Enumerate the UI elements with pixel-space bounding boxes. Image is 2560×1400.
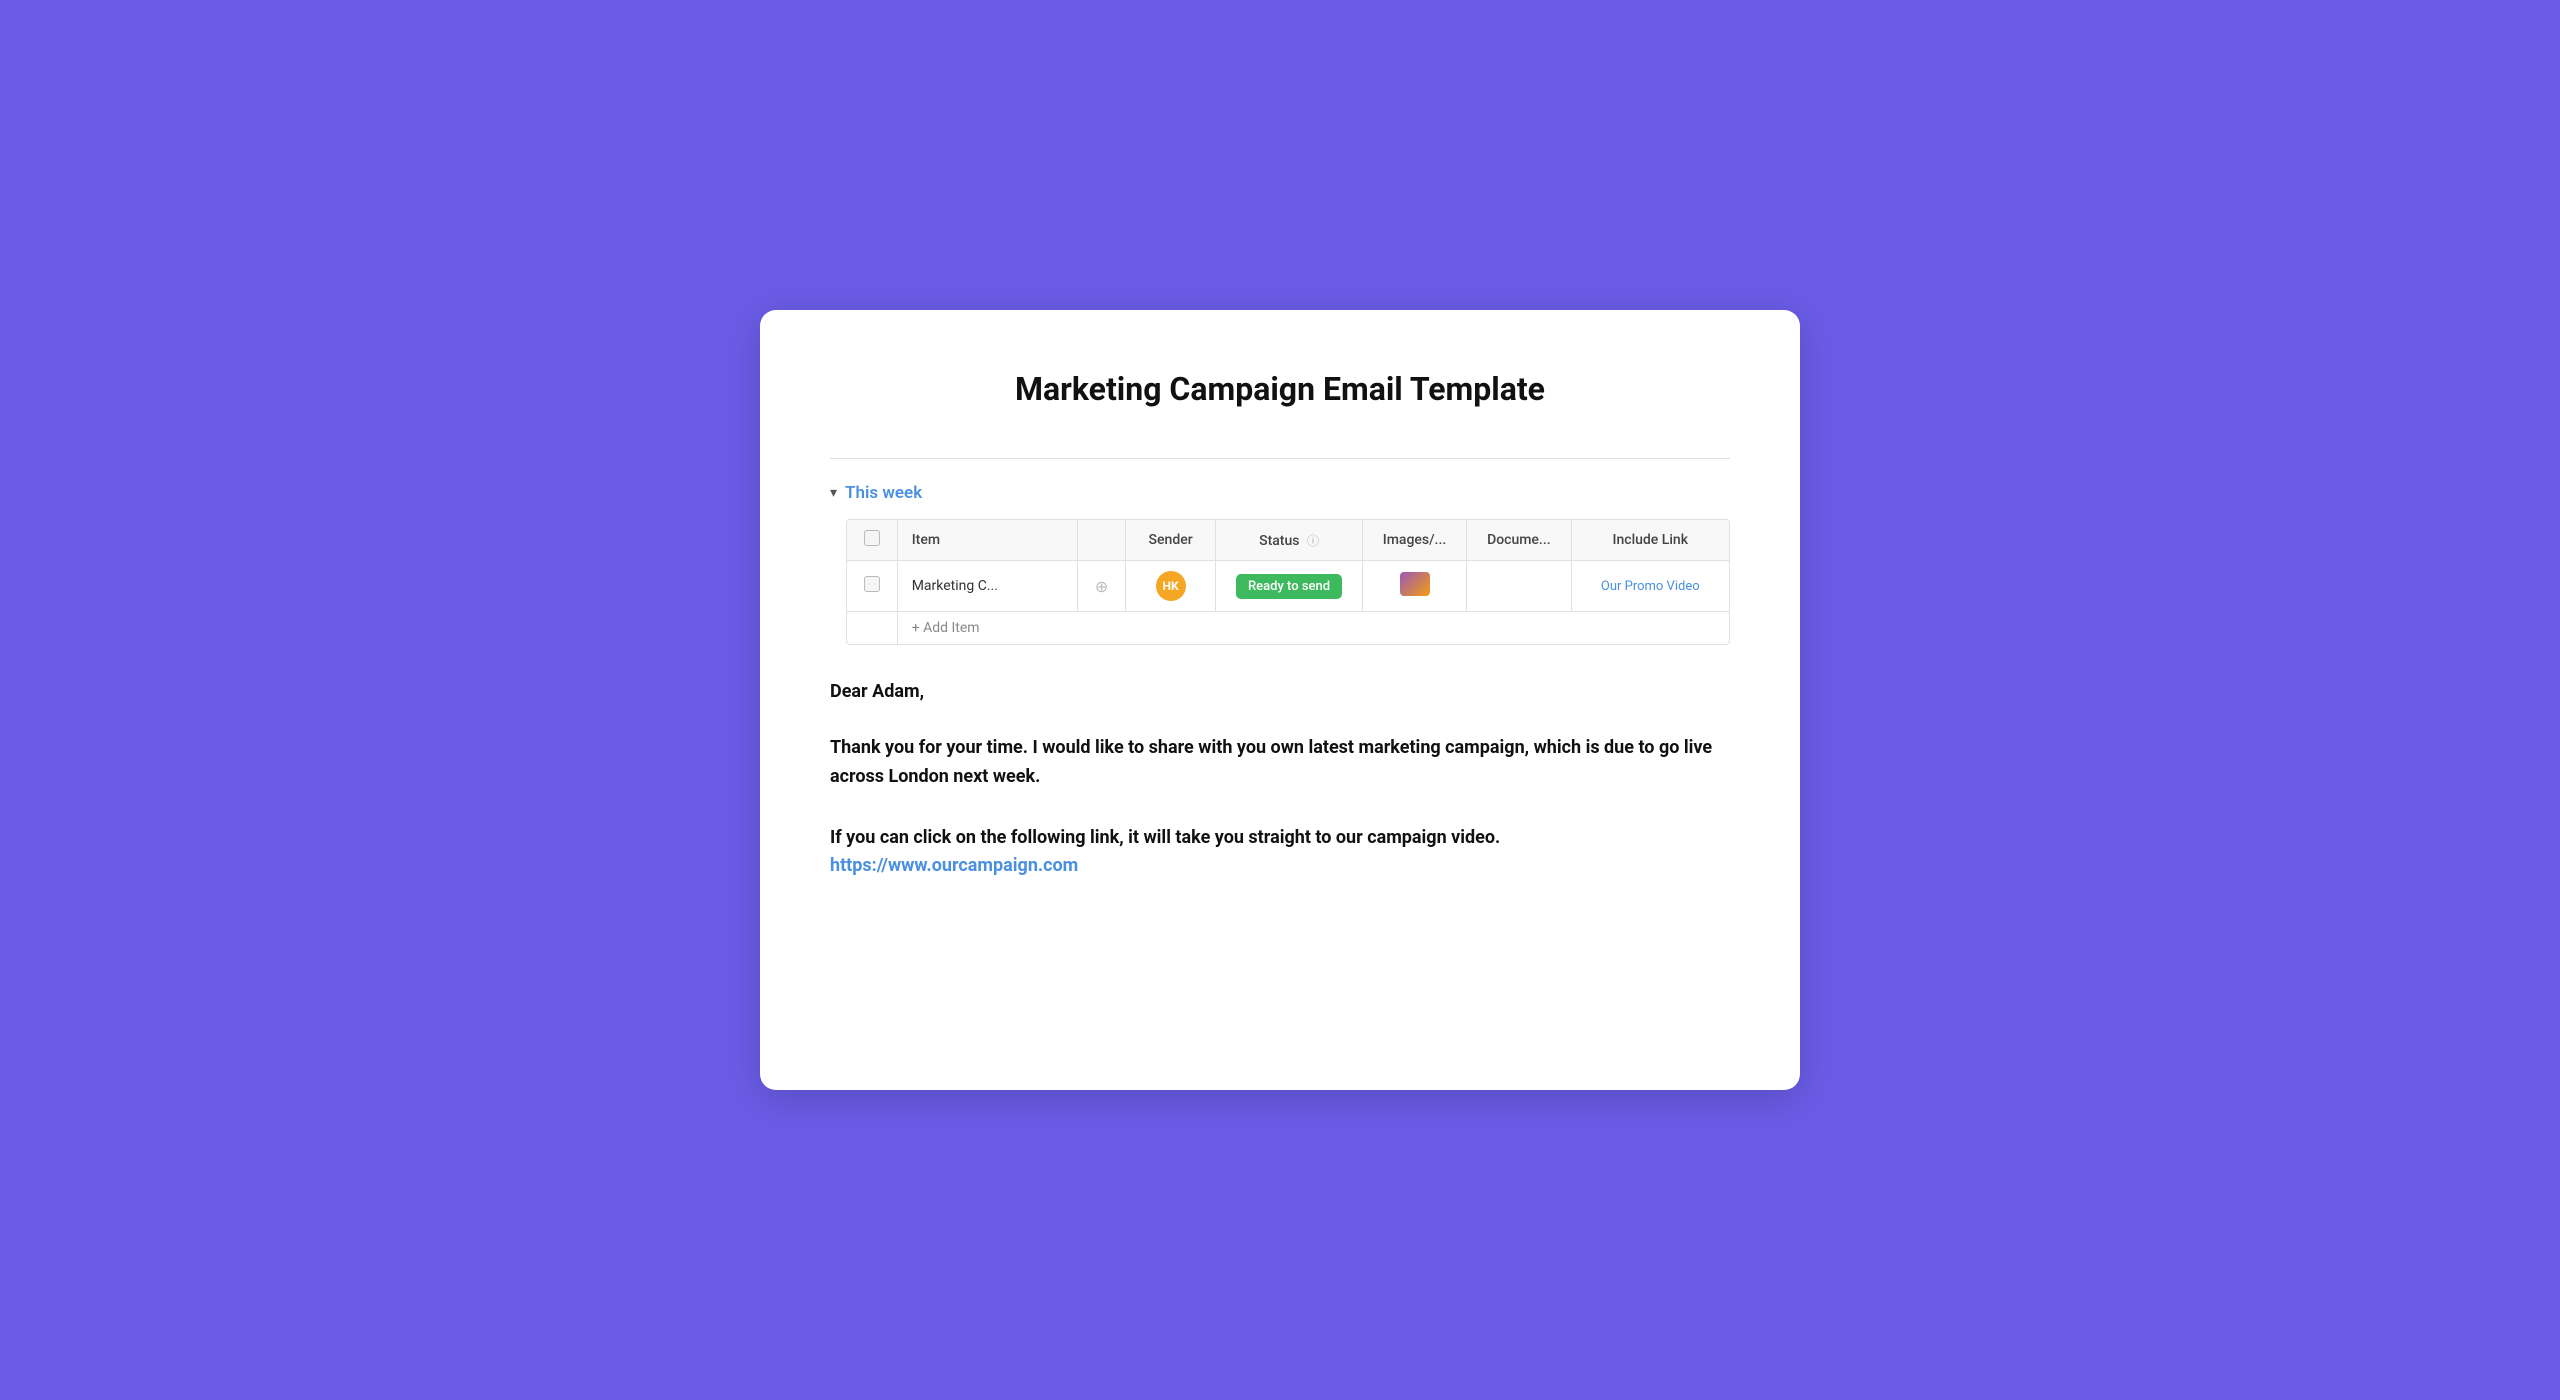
email-body: Dear Adam, Thank you for your time. I wo… xyxy=(830,681,1730,881)
promo-link[interactable]: Our Promo Video xyxy=(1601,579,1700,594)
chevron-down-icon[interactable]: ▾ xyxy=(830,485,837,501)
item-cell: Marketing C... xyxy=(897,561,1077,612)
data-table-wrapper: Item Sender Status ⓘ Images/... Docume..… xyxy=(846,519,1730,645)
email-paragraph-2: If you can click on the following link, … xyxy=(830,824,1730,882)
images-cell xyxy=(1362,561,1466,612)
comment-cell: ⊕ xyxy=(1078,561,1126,612)
row-checkbox-cell xyxy=(847,561,897,612)
page-title: Marketing Campaign Email Template xyxy=(830,370,1730,408)
avatar: HK xyxy=(1156,571,1186,601)
email-greeting: Dear Adam, xyxy=(830,681,1730,702)
th-checkbox xyxy=(847,520,897,561)
status-cell: Ready to send xyxy=(1216,561,1363,612)
th-status: Status ⓘ xyxy=(1216,520,1363,561)
item-name: Marketing C... xyxy=(912,578,998,594)
divider xyxy=(830,458,1730,459)
section-header: ▾ This week xyxy=(830,483,1730,503)
status-badge: Ready to send xyxy=(1236,574,1342,599)
th-sender: Sender xyxy=(1125,520,1215,561)
table-header-row: Item Sender Status ⓘ Images/... Docume..… xyxy=(847,520,1729,561)
section-title: This week xyxy=(845,483,922,503)
table-row: Marketing C... ⊕ HK Ready to send xyxy=(847,561,1729,612)
header-checkbox[interactable] xyxy=(864,530,880,546)
add-item-row[interactable]: + Add Item xyxy=(847,612,1729,645)
th-images: Images/... xyxy=(1362,520,1466,561)
data-table: Item Sender Status ⓘ Images/... Docume..… xyxy=(847,520,1729,644)
th-documents: Docume... xyxy=(1467,520,1571,561)
comment-icon[interactable]: ⊕ xyxy=(1095,577,1108,596)
documents-cell xyxy=(1467,561,1571,612)
image-thumbnail xyxy=(1400,572,1430,596)
th-item: Item xyxy=(897,520,1077,561)
main-card: Marketing Campaign Email Template ▾ This… xyxy=(760,310,1800,1090)
email-paragraph-1: Thank you for your time. I would like to… xyxy=(830,734,1730,792)
include-link-cell: Our Promo Video xyxy=(1571,561,1729,612)
add-item-label[interactable]: + Add Item xyxy=(897,612,1729,645)
info-icon: ⓘ xyxy=(1307,534,1319,548)
row-checkbox[interactable] xyxy=(864,576,880,592)
sender-cell: HK xyxy=(1125,561,1215,612)
campaign-link[interactable]: https://www.ourcampaign.com xyxy=(830,855,1078,876)
th-include-link: Include Link xyxy=(1571,520,1729,561)
add-item-checkbox-cell xyxy=(847,612,897,645)
th-comment xyxy=(1078,520,1126,561)
